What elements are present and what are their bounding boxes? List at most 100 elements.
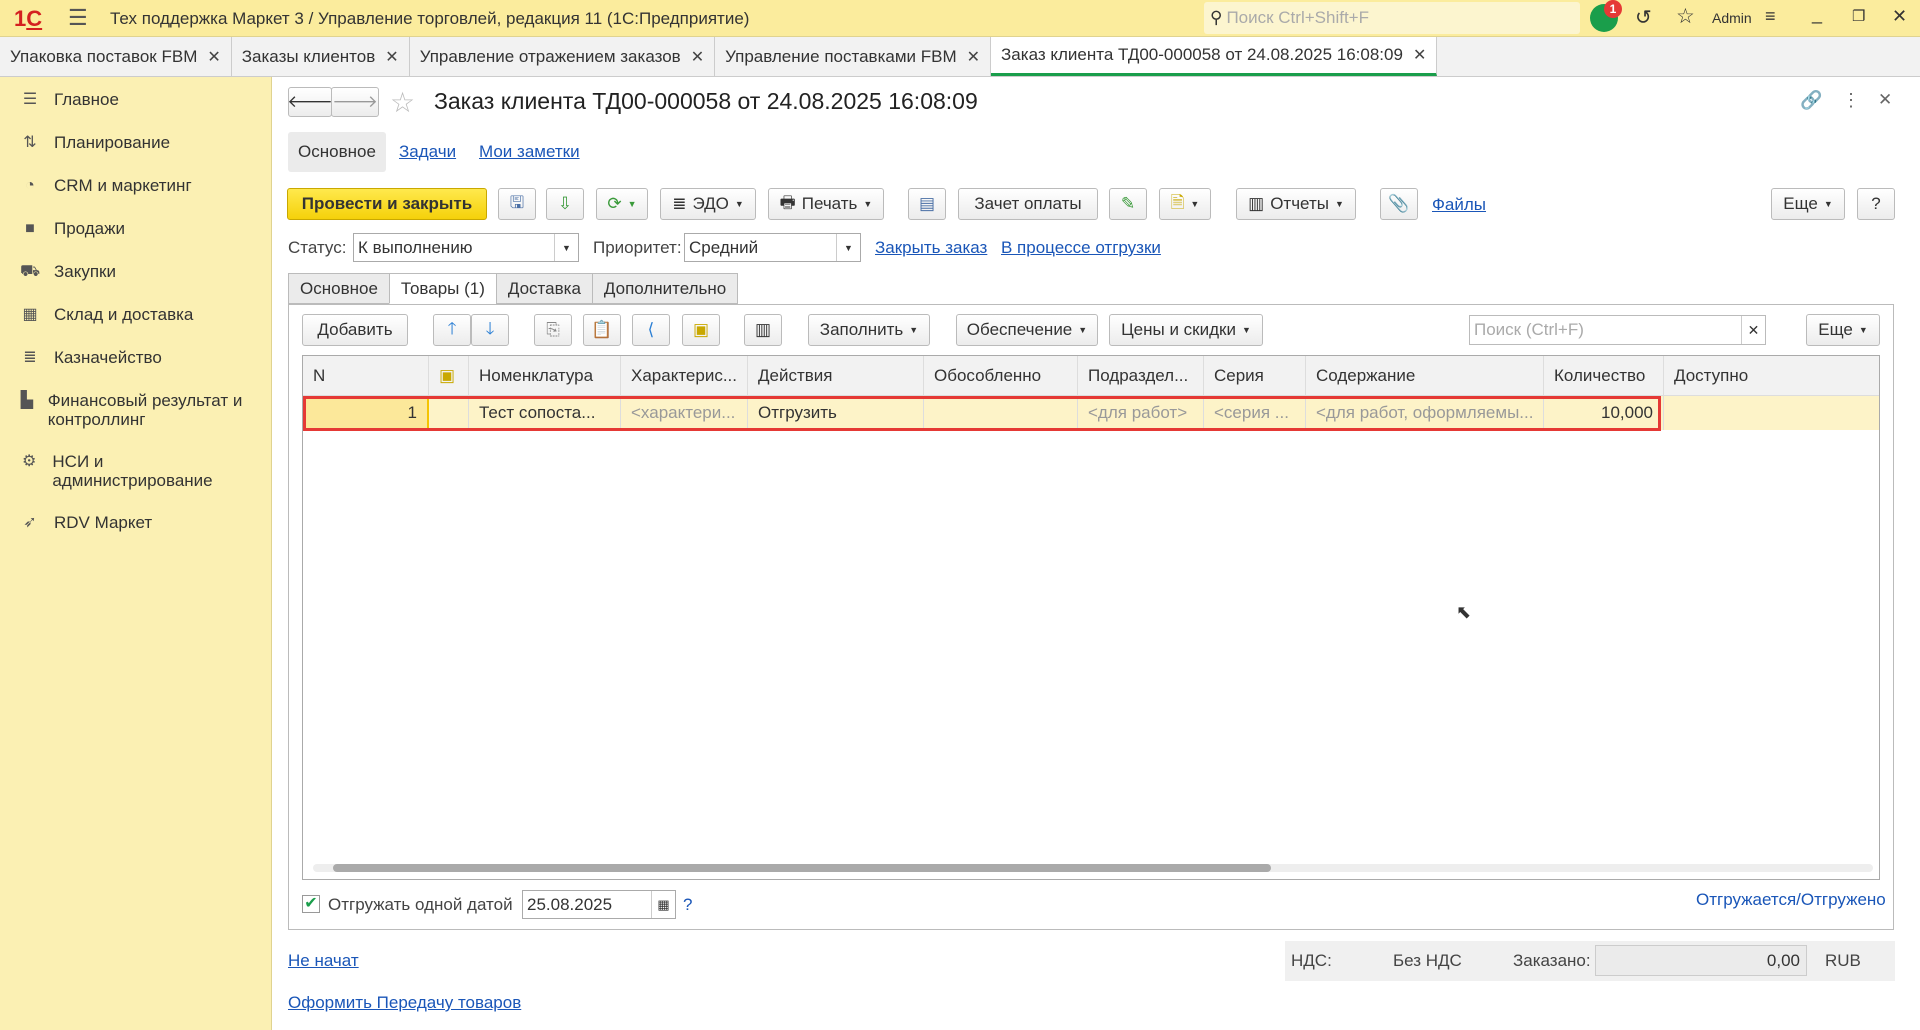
calendar-icon[interactable]: ▦	[651, 891, 675, 918]
user-name[interactable]: Admin	[1712, 10, 1752, 26]
tab-delivery[interactable]: Доставка	[495, 273, 593, 304]
subtab-main[interactable]: Основное	[288, 132, 386, 172]
close-window-icon[interactable]: ✕	[1892, 6, 1907, 27]
window-tab[interactable]: Заказы клиентов ✕	[232, 37, 410, 76]
status-select[interactable]: К выполнению ▼	[353, 233, 579, 262]
back-button[interactable]: 🡐	[287, 87, 333, 117]
sidebar-item-finance[interactable]: ▙ Финансовый результат и контроллинг	[0, 382, 271, 443]
help-link[interactable]: ?	[683, 895, 692, 915]
post-and-close-button[interactable]: Провести и закрыть	[287, 188, 487, 220]
link-icon[interactable]: 🔗	[1800, 90, 1822, 111]
barcode-button[interactable]: ▥	[744, 314, 782, 346]
sidebar-item-main[interactable]: ☰ Главное	[0, 81, 271, 124]
col-n[interactable]: N	[303, 356, 429, 395]
structure-button[interactable]: ▤	[908, 188, 946, 220]
close-icon[interactable]: ✕	[385, 47, 398, 67]
favorites-icon[interactable]: ☆	[1676, 4, 1695, 29]
forward-button[interactable]: 🡒	[331, 87, 379, 117]
more-vert-icon[interactable]: ⋮	[1842, 90, 1860, 111]
close-icon[interactable]: ✕	[967, 47, 980, 67]
save-button[interactable]: 🖫	[498, 188, 536, 220]
tab-main[interactable]: Основное	[288, 273, 390, 304]
document-menu-button[interactable]: 🗎 ▼	[1159, 188, 1211, 220]
sidebar-item-rdv[interactable]: ➶ RDV Маркет	[0, 504, 271, 547]
window-tab[interactable]: Управление поставками FBM ✕	[715, 37, 992, 76]
print-button[interactable]: 🖶 Печать ▼	[768, 188, 884, 220]
col-characteristic[interactable]: Характерис...	[621, 356, 748, 395]
ship-date-input[interactable]: 25.08.2025 ▦	[522, 890, 676, 919]
edo-button[interactable]: ≣ ЭДО ▼	[660, 188, 756, 220]
restore-icon[interactable]: ❐	[1852, 7, 1865, 25]
shipped-link[interactable]: Отгружается/Отгружено	[1696, 890, 1886, 910]
goods-table[interactable]: N ▣ Номенклатура Характерис... Действия …	[302, 355, 1880, 880]
col-quantity[interactable]: Количество	[1544, 356, 1664, 395]
sidebar-item-sales[interactable]: ■ Продажи	[0, 210, 271, 253]
notifications-icon[interactable]: 1	[1590, 0, 1622, 32]
edit-icon-button[interactable]: ✎	[1109, 188, 1147, 220]
prices-discounts-button[interactable]: Цены и скидки ▼	[1109, 314, 1263, 346]
chevron-down-icon[interactable]: ▼	[554, 234, 578, 261]
horizontal-scrollbar[interactable]	[313, 864, 1873, 872]
col-actions[interactable]: Действия	[748, 356, 924, 395]
copy-button[interactable]: ⎘	[534, 314, 572, 346]
close-icon[interactable]: ✕	[1413, 45, 1426, 65]
subtab-notes[interactable]: Мои заметки	[479, 142, 580, 162]
tab-additional[interactable]: Дополнительно	[591, 273, 739, 304]
sidebar-item-planning[interactable]: ⇅ Планирование	[0, 124, 271, 167]
move-up-button[interactable]: 🡑	[433, 314, 471, 346]
star-icon[interactable]: ☆	[390, 86, 415, 119]
reports-button[interactable]: ▥ Отчеты ▼	[1236, 188, 1356, 220]
split-button[interactable]: ⟨	[632, 314, 670, 346]
sidebar-item-admin[interactable]: ⚙ НСИ и администрирование	[0, 443, 271, 504]
close-form-icon[interactable]: ✕	[1878, 90, 1892, 110]
priority-select[interactable]: Средний ▼	[684, 233, 861, 262]
sidebar-item-warehouse[interactable]: ▦ Склад и доставка	[0, 296, 271, 339]
fill-button[interactable]: Заполнить ▼	[808, 314, 930, 346]
transfer-goods-link[interactable]: Оформить Передачу товаров	[288, 993, 521, 1013]
sidebar-item-purchases[interactable]: ⛟ Закупки	[0, 253, 271, 296]
chevron-down-icon[interactable]: ▼	[836, 234, 860, 261]
payment-offset-button[interactable]: Зачет оплаты	[958, 188, 1098, 220]
col-separate[interactable]: Обособленно	[924, 356, 1078, 395]
col-content[interactable]: Содержание	[1306, 356, 1544, 395]
sidebar-item-crm[interactable]: ◔ CRM и маркетинг	[0, 167, 271, 210]
move-down-button[interactable]: 🡓	[471, 314, 509, 346]
add-button[interactable]: Добавить	[302, 314, 408, 346]
post-icon-button[interactable]: ⇩	[546, 188, 584, 220]
close-icon[interactable]: ✕	[207, 47, 220, 67]
subtab-tasks[interactable]: Задачи	[399, 142, 456, 162]
col-department[interactable]: Подраздел...	[1078, 356, 1204, 395]
files-link[interactable]: Файлы	[1432, 195, 1486, 215]
minimize-icon[interactable]: _	[1812, 4, 1822, 25]
col-flag[interactable]: ▣	[429, 356, 469, 395]
settings-menu-icon[interactable]: ≡	[1765, 6, 1776, 27]
create-based-on-button[interactable]: ⟳ ▼	[596, 188, 648, 220]
sidebar-item-treasury[interactable]: ≣ Казначейство	[0, 339, 271, 382]
clear-icon[interactable]: ✕	[1741, 316, 1765, 344]
tab-goods[interactable]: Товары (1)	[388, 273, 497, 304]
window-tab[interactable]: Упаковка поставок FBM ✕	[0, 37, 232, 76]
close-order-link[interactable]: Закрыть заказ	[875, 238, 987, 258]
col-series[interactable]: Серия	[1204, 356, 1306, 395]
paste-button[interactable]: 📋	[583, 314, 621, 346]
selection-button[interactable]: ▣	[682, 314, 720, 346]
not-started-link[interactable]: Не начат	[288, 951, 359, 971]
window-tab[interactable]: Управление отражением заказов ✕	[410, 37, 716, 76]
shipping-status-link[interactable]: В процессе отгрузки	[1001, 238, 1161, 258]
table-more-button[interactable]: Еще ▼	[1806, 314, 1880, 346]
attach-button[interactable]: 📎	[1380, 188, 1418, 220]
menu-icon[interactable]: ☰	[68, 5, 88, 31]
more-button[interactable]: Еще ▼	[1771, 188, 1845, 220]
table-search-input[interactable]: Поиск (Ctrl+F) ✕	[1469, 315, 1766, 345]
scrollbar-thumb[interactable]	[333, 864, 1271, 872]
ship-one-date-checkbox[interactable]: ✔	[302, 895, 320, 913]
close-icon[interactable]: ✕	[691, 47, 704, 67]
cell-available[interactable]	[1664, 396, 1879, 430]
supply-button[interactable]: Обеспечение ▼	[956, 314, 1098, 346]
col-nomenclature[interactable]: Номенклатура	[469, 356, 621, 395]
global-search[interactable]: ⚲ Поиск Ctrl+Shift+F	[1204, 2, 1580, 34]
window-tab-active[interactable]: Заказ клиента ТД00-000058 от 24.08.2025 …	[991, 37, 1438, 76]
help-button[interactable]: ?	[1857, 188, 1895, 220]
history-icon[interactable]: ↺	[1635, 5, 1652, 30]
col-available[interactable]: Доступно	[1664, 356, 1879, 395]
